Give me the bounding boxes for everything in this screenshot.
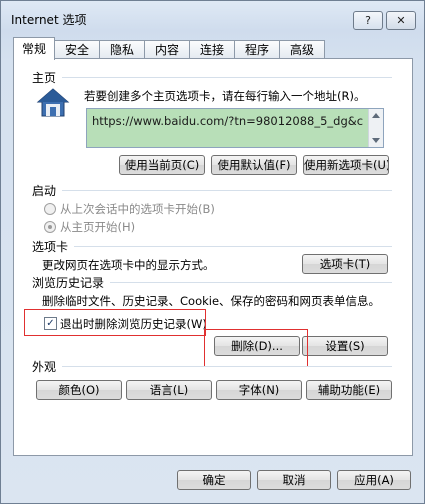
apply-button[interactable]: 应用(A) <box>337 470 411 490</box>
history-section-label: 浏览历史记录 <box>32 276 105 290</box>
history-divider <box>110 282 392 283</box>
use-default-button[interactable]: 使用默认值(F) <box>211 155 297 175</box>
home-section-label: 主页 <box>32 71 57 85</box>
colors-button[interactable]: 颜色(O) <box>36 380 122 400</box>
ok-button[interactable]: 确定 <box>177 470 251 490</box>
accessibility-button[interactable]: 辅助功能(E) <box>306 380 392 400</box>
home-divider <box>62 77 392 78</box>
url-scrollbar[interactable] <box>368 109 383 147</box>
tab-content[interactable]: 内容 <box>144 40 190 59</box>
history-description: 删除临时文件、历史记录、Cookie、保存的密码和网页表单信息。 <box>42 294 381 308</box>
startup-home-radio[interactable] <box>44 221 56 233</box>
startup-last-session-radio[interactable] <box>44 203 56 215</box>
tab-security[interactable]: 安全 <box>54 40 100 59</box>
internet-options-window: Internet 选项 ? ✕ 常规 安全 隐私 内容 连接 程序 高级 主页 … <box>0 0 425 504</box>
scroll-down-icon[interactable] <box>372 138 380 143</box>
tabs-divider <box>74 246 392 247</box>
home-instruction: 若要创建多个主页选项卡，请在每行输入一个地址(R)。 <box>84 89 366 103</box>
use-current-button[interactable]: 使用当前页(C) <box>119 155 205 175</box>
startup-home-label: 从主页开始(H) <box>60 220 136 234</box>
history-settings-button[interactable]: 设置(S) <box>302 336 388 356</box>
tab-programs[interactable]: 程序 <box>234 40 280 59</box>
general-panel: 主页 若要创建多个主页选项卡，请在每行输入一个地址(R)。 https://ww… <box>13 58 413 456</box>
startup-section-label: 启动 <box>32 184 57 198</box>
tab-connections[interactable]: 连接 <box>189 40 235 59</box>
tab-privacy[interactable]: 隐私 <box>99 40 145 59</box>
tab-advanced[interactable]: 高级 <box>279 40 325 59</box>
checkbox-highlight-box <box>24 309 206 336</box>
appearance-section-label: 外观 <box>32 360 57 374</box>
tab-general[interactable]: 常规 <box>13 37 55 60</box>
home-page-icon <box>36 88 70 117</box>
appearance-divider <box>62 366 392 367</box>
delete-button-highlight-box <box>204 329 308 367</box>
home-url-textarea[interactable]: https://www.baidu.com/?tn=98012088_5_dg&… <box>86 108 384 148</box>
cancel-button[interactable]: 取消 <box>257 470 331 490</box>
home-url-value: https://www.baidu.com/?tn=98012088_5_dg&… <box>92 114 364 128</box>
window-title: Internet 选项 <box>11 13 87 27</box>
title-bar: Internet 选项 ? ✕ <box>1 1 424 35</box>
use-new-tab-button[interactable]: 使用新选项卡(U) <box>303 155 389 175</box>
scroll-up-icon[interactable] <box>372 113 380 118</box>
tabs-description: 更改网页在选项卡中的显示方式。 <box>42 258 215 272</box>
startup-divider <box>62 190 392 191</box>
startup-last-session-label: 从上次会话中的选项卡开始(B) <box>60 202 215 216</box>
help-button[interactable]: ? <box>353 11 383 30</box>
tabs-section-label: 选项卡 <box>32 240 69 254</box>
tabs-settings-button[interactable]: 选项卡(T) <box>302 254 388 274</box>
fonts-button[interactable]: 字体(N) <box>216 380 302 400</box>
languages-button[interactable]: 语言(L) <box>126 380 212 400</box>
close-button[interactable]: ✕ <box>386 11 416 30</box>
